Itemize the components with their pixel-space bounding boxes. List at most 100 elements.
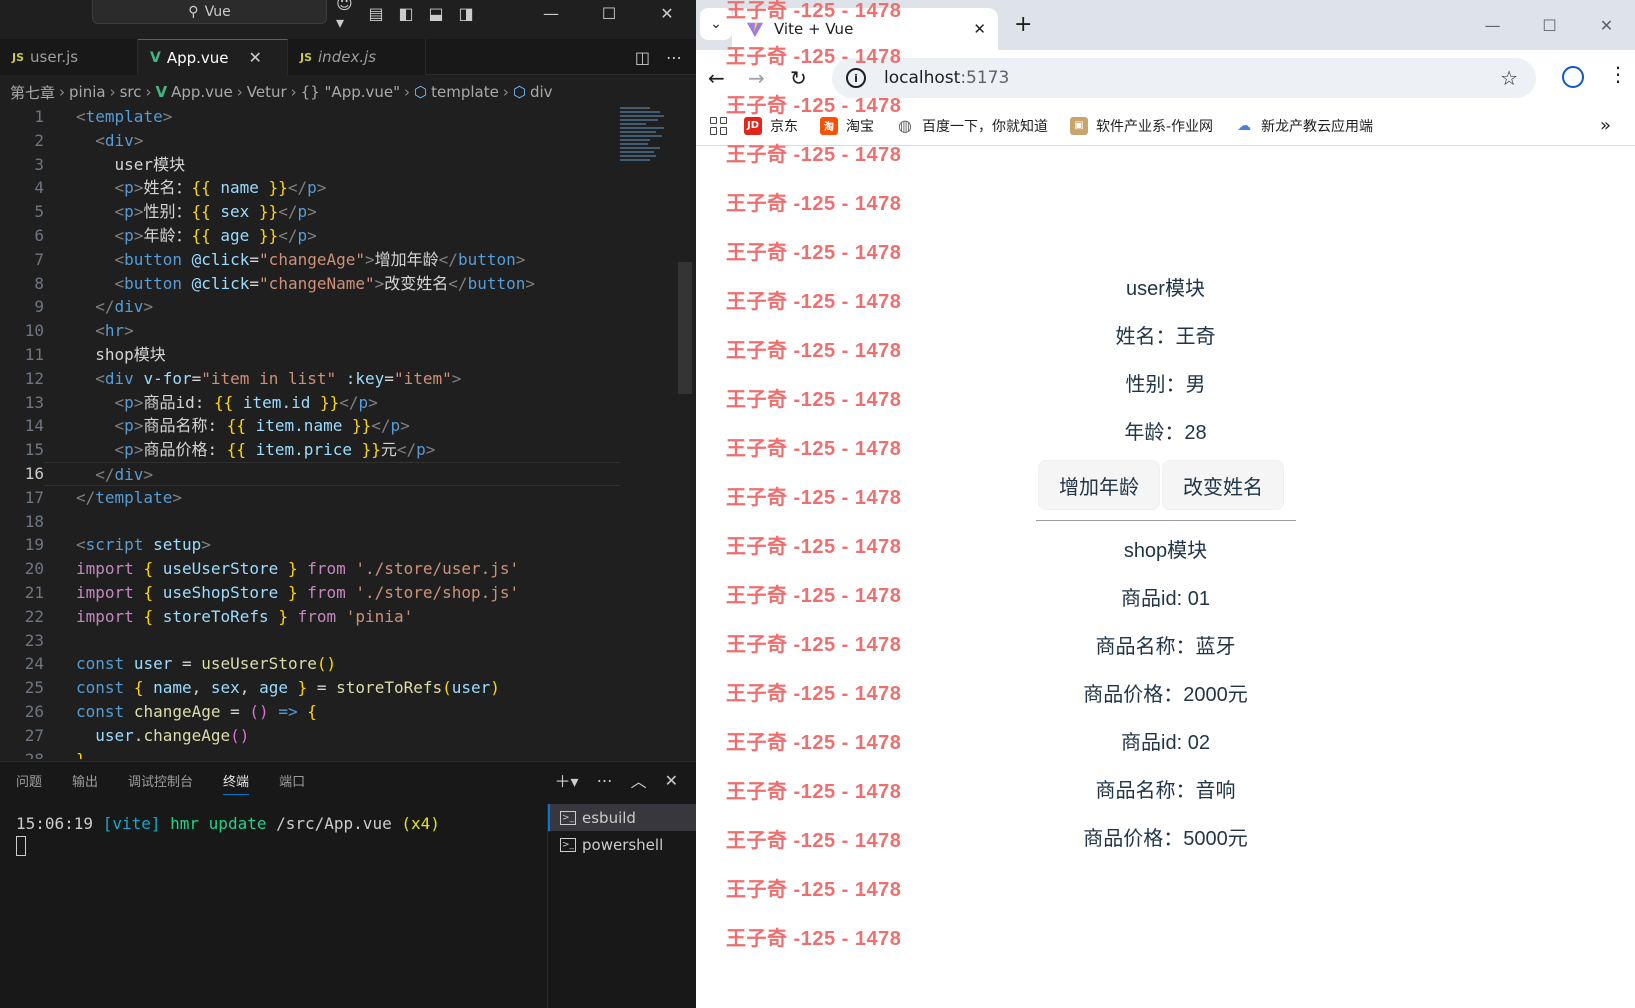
line-number: 9 — [34, 297, 44, 317]
copilot-icon[interactable]: ☺▾ — [336, 0, 356, 32]
forward-icon[interactable]: → — [748, 66, 765, 90]
line-number: 6 — [34, 225, 44, 245]
maximize-icon[interactable]: ☐ — [1521, 0, 1578, 50]
layout-icon[interactable]: ▤ — [366, 4, 386, 23]
taobao-icon: 淘 — [820, 116, 838, 135]
bookmark-item[interactable]: 淘淘宝 — [820, 116, 874, 136]
tab-debug-console[interactable]: 调试控制台 — [128, 771, 193, 790]
tab-output[interactable]: 输出 — [72, 771, 98, 790]
command-center-search[interactable]: ⚲ Vue — [92, 0, 327, 24]
terminal-item-esbuild[interactable]: >_ esbuild — [548, 804, 696, 831]
close-window-icon[interactable]: ✕ — [1578, 0, 1635, 50]
watermark-text: 王子奇 -125 - 1478 — [726, 830, 902, 852]
code-line: 23 — [0, 629, 620, 653]
minimize-icon[interactable]: — — [1464, 0, 1521, 50]
code-editor[interactable]: 1 <template> 2 <div> 3 user模块 4 <p>姓名：{{ … — [0, 105, 620, 759]
breadcrumb-item[interactable]: pinia — [69, 83, 106, 101]
split-editor-icon[interactable]: ◫ — [635, 48, 650, 67]
toggle-secondary-sidebar-icon[interactable]: ◨ — [456, 4, 476, 23]
site-info-icon[interactable]: i — [846, 68, 866, 88]
close-window-icon[interactable]: ✕ — [638, 0, 696, 26]
maximize-panel-icon[interactable]: ︿ — [631, 768, 647, 792]
code-line: 3 user模块 — [0, 153, 620, 177]
line-number: 1 — [34, 107, 44, 126]
tab-label: user.js — [30, 48, 79, 66]
profile-icon[interactable] — [1562, 66, 1584, 88]
vue-file-icon: V — [155, 83, 168, 101]
panel-tabs: 问题 输出 调试控制台 终端 端口 — [0, 762, 305, 798]
close-tab-icon[interactable]: ✕ — [973, 20, 986, 38]
bookmark-item[interactable]: ☁ 新龙产教云应用端 — [1235, 116, 1373, 136]
breadcrumb-item[interactable]: App.vue — [171, 83, 233, 101]
reload-icon[interactable]: ↻ — [790, 66, 807, 90]
back-icon[interactable]: ← — [708, 66, 725, 90]
divider — [1036, 520, 1296, 521]
code-line: 17 </template> — [0, 486, 620, 510]
more-actions-icon[interactable]: ⋯ — [597, 771, 613, 790]
terminal-output[interactable]: 15:06:19 [vite] hmr update /src/App.vue … — [16, 814, 440, 833]
breadcrumb-item[interactable]: {} "App.vue" — [301, 83, 400, 101]
code-line: 13 <p>商品id: {{ item.id }}</p> — [0, 391, 620, 415]
menu-icon[interactable]: ⋮ — [1608, 62, 1628, 86]
editor-scrollbar[interactable] — [678, 262, 692, 394]
breadcrumb-item[interactable]: Vetur — [247, 83, 287, 101]
watermark-text: 王子奇 -125 - 1478 — [726, 291, 902, 313]
code-line: 5 <p>性别：{{ sex }}</p> — [0, 200, 620, 224]
code-line: 7 <button @click="changeAge">增加年龄</butto… — [0, 248, 620, 272]
line-number: 2 — [34, 130, 44, 150]
tab-label: index.js — [318, 48, 377, 66]
code-line: 4 <p>姓名：{{ name }}</p> — [0, 176, 620, 200]
increase-age-button[interactable]: 增加年龄 — [1038, 460, 1160, 510]
watermark-text: 王子奇 -125 - 1478 — [726, 683, 902, 705]
tab-ports[interactable]: 端口 — [279, 771, 305, 790]
search-icon: ⚲ — [188, 3, 199, 20]
line-number: 26 — [24, 701, 44, 721]
code-line: 10 <hr> — [0, 319, 620, 343]
bookmark-item[interactable]: ◍ 百度一下，你就知道 — [896, 116, 1048, 136]
tab-app-vue[interactable]: V App.vue ✕ — [138, 39, 288, 75]
code-line: 6 <p>年龄：{{ age }}</p> — [0, 224, 620, 248]
tab-terminal[interactable]: 终端 — [223, 766, 250, 795]
address-bar[interactable]: i localhost:5173 ☆ — [832, 58, 1536, 98]
toggle-sidebar-icon[interactable]: ◧ — [396, 4, 416, 23]
tab-index-js[interactable]: JS index.js — [288, 39, 426, 75]
bookmark-item[interactable]: JD 京东 — [744, 116, 798, 136]
line-number: 7 — [34, 249, 44, 269]
breadcrumb-item[interactable]: div — [530, 83, 553, 101]
minimize-icon[interactable]: — — [522, 0, 580, 26]
breadcrumb-item[interactable]: src — [120, 83, 142, 101]
search-label: Vue — [204, 3, 231, 20]
close-tab-icon[interactable]: ✕ — [249, 48, 262, 67]
vue-file-icon: V — [150, 49, 161, 66]
code-line: 26 const changeAge = () => { — [0, 700, 620, 724]
code-line: 15 <p>商品价格: {{ item.price }}元</p> — [0, 438, 620, 462]
new-terminal-icon[interactable]: ＋▾ — [555, 768, 579, 792]
toggle-panel-icon[interactable]: ⬓ — [426, 4, 446, 23]
bookmark-item[interactable]: ▣ 软件产业系-作业网 — [1070, 116, 1213, 136]
line-number: 24 — [24, 654, 44, 674]
breadcrumb-item[interactable]: 第七章 — [10, 82, 55, 103]
line-number: 19 — [24, 535, 44, 555]
apps-grid-icon[interactable] — [710, 116, 728, 135]
change-name-button[interactable]: 改变姓名 — [1162, 460, 1284, 510]
watermark-text: 王子奇 -125 - 1478 — [726, 438, 902, 460]
minimap[interactable] — [620, 105, 676, 195]
line-number: 5 — [34, 202, 44, 222]
breadcrumb-item[interactable]: template — [431, 83, 499, 101]
panel-actions: ＋▾ ⋯ ︿ ✕ — [555, 762, 678, 798]
code-line: 24 const user = useUserStore() — [0, 652, 620, 676]
line-number: 23 — [24, 630, 44, 650]
tab-user-js[interactable]: JS user.js — [0, 39, 138, 75]
code-line-current: 16 </div> — [0, 461, 620, 486]
close-panel-icon[interactable]: ✕ — [665, 771, 678, 790]
new-tab-icon[interactable]: + — [1014, 12, 1032, 37]
code-line: 20 import { useUserStore } from './store/… — [0, 557, 620, 581]
bookmark-star-icon[interactable]: ☆ — [1500, 66, 1518, 90]
js-file-icon: JS — [300, 50, 313, 64]
tab-problems[interactable]: 问题 — [16, 771, 42, 790]
line-number: 4 — [34, 178, 44, 198]
more-bookmarks-icon[interactable]: » — [1600, 115, 1611, 136]
terminal-item-powershell[interactable]: >_ powershell — [548, 831, 696, 858]
maximize-icon[interactable]: ☐ — [580, 0, 638, 26]
more-actions-icon[interactable]: ⋯ — [666, 48, 682, 67]
